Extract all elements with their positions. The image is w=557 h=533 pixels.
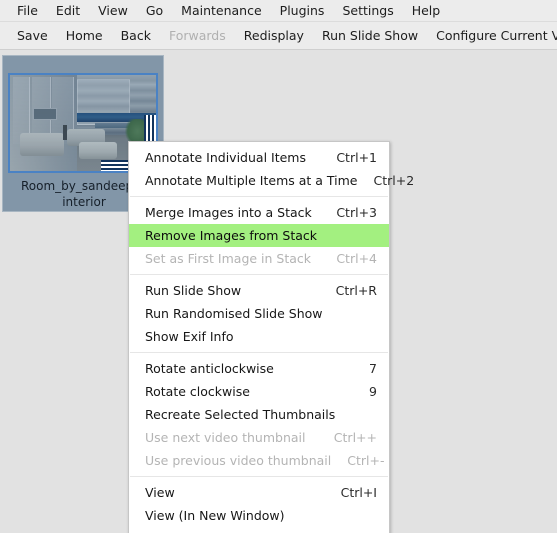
menu-item-annotate-multiple-items-at-a-time[interactable]: Annotate Multiple Items at a Time Ctrl+2 [129, 169, 414, 192]
menu-item-shortcut: Ctrl+4 [336, 251, 377, 266]
menu-separator [130, 196, 388, 197]
toolbar-button-configure-current-view[interactable]: Configure Current View [427, 25, 557, 46]
menubar-item-plugins[interactable]: Plugins [271, 1, 334, 20]
menu-item-shortcut: Ctrl+2 [373, 173, 415, 188]
menu-item-label: Annotate Multiple Items at a Time [145, 173, 358, 188]
menu-item-merge-images-into-a-stack[interactable]: Merge Images into a Stack Ctrl+3 [129, 201, 389, 224]
menu-item-label: Annotate Individual Items [145, 150, 306, 165]
menu-item-use-previous-video-thumbnail: Use previous video thumbnail Ctrl+- [129, 449, 389, 472]
toolbar-button-label: Redisplay [243, 28, 304, 43]
menu-item-label: Remove Images from Stack [145, 228, 318, 243]
menu-item-shortcut: Ctrl+I [340, 485, 377, 500]
menu-item-use-next-video-thumbnail: Use next video thumbnail Ctrl++ [129, 426, 389, 449]
toolbar-button-label: Forwards [168, 28, 226, 43]
menu-item-shortcut: Ctrl+3 [336, 205, 377, 220]
menu-item-label: Use next video thumbnail [145, 430, 306, 445]
menu-item-shortcut: 9 [369, 384, 377, 399]
toolbar-button-label: Run Slide Show [321, 28, 419, 43]
toolbar-button-save[interactable]: Save [8, 25, 57, 46]
toolbar-button-label: Home [65, 28, 103, 43]
menu-item-label: Recreate Selected Thumbnails [145, 407, 336, 422]
menubar-item-go[interactable]: Go [137, 1, 172, 20]
menu-item-run-slide-show[interactable]: Run Slide Show Ctrl+R [129, 279, 389, 302]
menu-item-remove-images-from-stack[interactable]: Remove Images from Stack [129, 224, 389, 247]
menubar-item-file[interactable]: File [8, 1, 47, 20]
menubar-item-view[interactable]: View [89, 1, 137, 20]
menu-item-annotate-individual-items[interactable]: Annotate Individual Items Ctrl+1 [129, 146, 389, 169]
menu-item-invoke-external-program[interactable]: Invoke External Program [129, 527, 389, 533]
menu-separator [130, 352, 388, 353]
toolbar-button-label: Back [120, 28, 151, 43]
menu-item-label: Rotate clockwise [145, 384, 250, 399]
menubar-item-help[interactable]: Help [403, 1, 450, 20]
toolbar-button-label: Save [17, 28, 48, 43]
context-menu[interactable]: Annotate Individual Items Ctrl+1 Annotate … [128, 141, 414, 533]
menu-item-shortcut: Ctrl+R [335, 283, 377, 298]
menubar-item-edit[interactable]: Edit [47, 1, 89, 20]
menu-item-label: View [145, 485, 175, 500]
menubar-item-maintenance[interactable]: Maintenance [172, 1, 271, 20]
menu-item-shortcut: Ctrl++ [333, 430, 377, 445]
menu-item-label: View (In New Window) [145, 508, 285, 523]
menu-item-label: Run Randomised Slide Show [145, 306, 323, 321]
menu-item-run-randomised-slide-show[interactable]: Run Randomised Slide Show [129, 302, 389, 325]
menu-item-rotate-clockwise[interactable]: Rotate clockwise 9 [129, 380, 389, 403]
menu-item-shortcut: Ctrl+- [347, 453, 385, 468]
menu-item-shortcut: 7 [369, 361, 377, 376]
menu-bar: File Edit View Go Maintenance Plugins Settings… [0, 0, 557, 22]
menubar-item-settings[interactable]: Settings [333, 1, 402, 20]
menu-item-view[interactable]: View Ctrl+I [129, 481, 389, 504]
menu-item-label: Merge Images into a Stack [145, 205, 312, 220]
menu-item-label: Run Slide Show [145, 283, 242, 298]
menu-item-recreate-selected-thumbnails[interactable]: Recreate Selected Thumbnails [129, 403, 389, 426]
menu-item-label: Show Exif Info [145, 329, 234, 344]
menu-item-label: Rotate anticlockwise [145, 361, 274, 376]
toolbar-button-home[interactable]: Home [57, 25, 112, 46]
menu-item-rotate-anticlockwise[interactable]: Rotate anticlockwise 7 [129, 357, 389, 380]
toolbar-button-forwards: Forwards [160, 25, 235, 46]
menu-item-set-as-first-image-in-stack: Set as First Image in Stack Ctrl+4 [129, 247, 389, 270]
menu-item-view-in-new-window[interactable]: View (In New Window) [129, 504, 389, 527]
menu-item-shortcut: Ctrl+1 [336, 150, 377, 165]
toolbar-button-redisplay[interactable]: Redisplay [235, 25, 313, 46]
app-window: File Edit View Go Maintenance Plugins Settings… [0, 0, 557, 533]
toolbar: Save Home Back Forwards Redisplay Run Slide S… [0, 22, 557, 50]
menu-separator [130, 274, 388, 275]
toolbar-button-back[interactable]: Back [112, 25, 160, 46]
menu-separator [130, 476, 388, 477]
menu-item-label: Use previous video thumbnail [145, 453, 332, 468]
toolbar-button-run-slide-show[interactable]: Run Slide Show [313, 25, 427, 46]
menu-item-show-exif-info[interactable]: Show Exif Info [129, 325, 389, 348]
toolbar-button-label: Configure Current View [436, 28, 557, 43]
menu-item-label: Set as First Image in Stack [145, 251, 312, 266]
